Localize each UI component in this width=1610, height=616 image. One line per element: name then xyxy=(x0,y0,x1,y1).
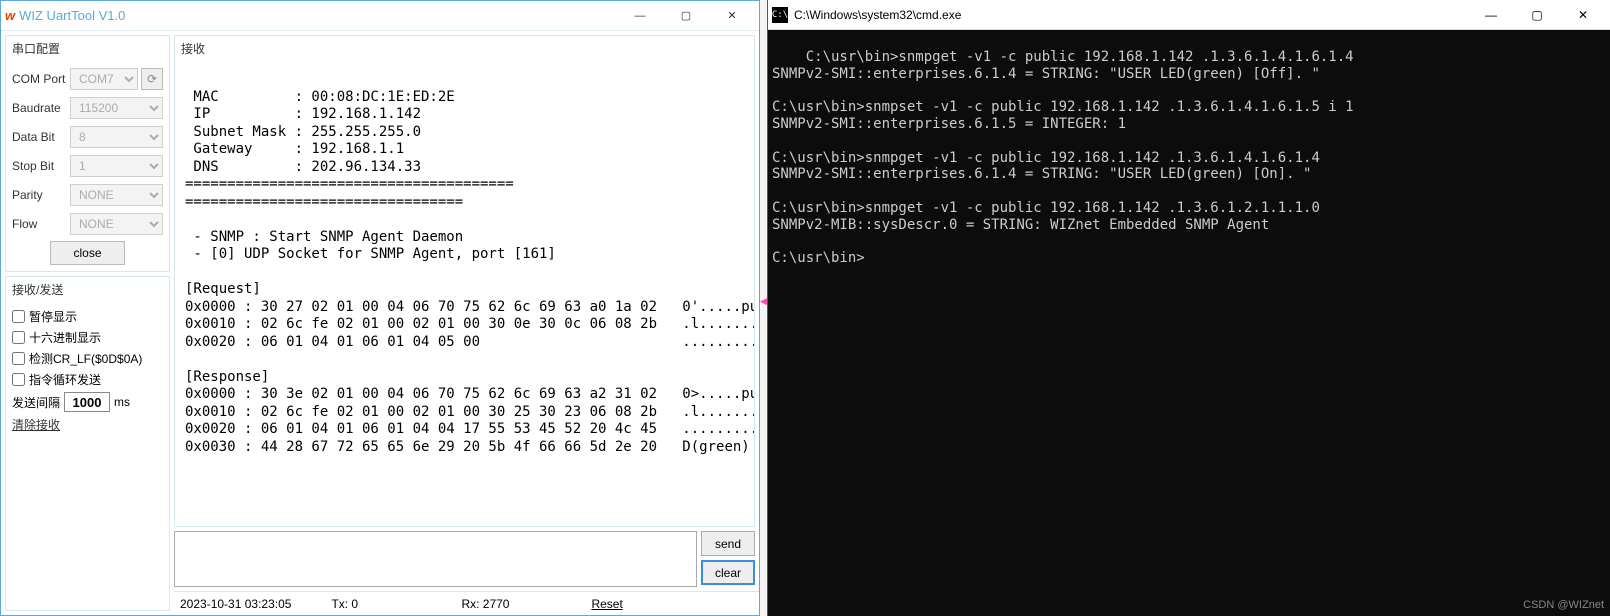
flow-select[interactable]: NONE xyxy=(70,213,163,235)
stopbit-select[interactable]: 1 xyxy=(70,155,163,177)
serial-config-panel: 串口配置 COM Port COM7 ⟳ Baudrate 115200 Dat… xyxy=(5,35,170,272)
recv-send-panel: 接收/发送 暂停显示 十六进制显示 检测CR_LF($0D$0A) 指令循环发送… xyxy=(5,276,170,611)
crlf-check[interactable]: 检测CR_LF($0D$0A) xyxy=(12,350,163,367)
recv-send-title: 接收/发送 xyxy=(6,277,169,302)
interval-unit: ms xyxy=(114,395,130,409)
flow-label: Flow xyxy=(12,217,70,231)
close-port-button[interactable]: close xyxy=(50,241,124,265)
interval-label: 发送间隔 xyxy=(12,394,60,411)
databit-label: Data Bit xyxy=(12,130,70,144)
baud-label: Baudrate xyxy=(12,101,70,115)
maximize-button[interactable]: ▢ xyxy=(663,2,709,30)
watermark: CSDN @WIZnet xyxy=(1523,599,1604,612)
recv-output[interactable]: MAC : 00:08:DC:1E:ED:2E IP : 192.168.1.1… xyxy=(175,61,754,526)
stopbit-label: Stop Bit xyxy=(12,159,70,173)
cmd-close-button[interactable]: ✕ xyxy=(1560,1,1606,29)
pause-check[interactable]: 暂停显示 xyxy=(12,308,163,325)
comport-label: COM Port xyxy=(12,72,70,86)
cmd-output[interactable]: C:\usr\bin>snmpget -v1 -c public 192.168… xyxy=(768,30,1610,616)
baud-select[interactable]: 115200 xyxy=(70,97,163,119)
send-input[interactable] xyxy=(174,531,697,587)
splitter-handle[interactable] xyxy=(760,0,767,616)
app-icon: w xyxy=(5,8,15,23)
interval-input[interactable] xyxy=(64,392,110,412)
parity-label: Parity xyxy=(12,188,70,202)
comport-select[interactable]: COM7 xyxy=(70,68,138,90)
status-time: 2023-10-31 03:23:05 xyxy=(180,597,291,611)
send-button[interactable]: send xyxy=(701,531,755,556)
status-rx: Rx: 2770 xyxy=(461,597,551,611)
loop-check[interactable]: 指令循环发送 xyxy=(12,371,163,388)
parity-select[interactable]: NONE xyxy=(70,184,163,206)
uart-title: WIZ UartTool V1.0 xyxy=(19,8,125,23)
cmd-maximize-button[interactable]: ▢ xyxy=(1514,1,1560,29)
hex-check[interactable]: 十六进制显示 xyxy=(12,329,163,346)
databit-select[interactable]: 8 xyxy=(70,126,163,148)
clear-recv-link[interactable]: 清除接收 xyxy=(12,416,60,433)
status-bar: 2023-10-31 03:23:05 Tx: 0 Rx: 2770 Reset xyxy=(174,591,759,615)
cmd-window: C:\ C:\Windows\system32\cmd.exe — ▢ ✕ C:… xyxy=(767,0,1610,616)
cmd-icon: C:\ xyxy=(772,7,788,23)
recv-title: 接收 xyxy=(175,36,754,61)
refresh-icon[interactable]: ⟳ xyxy=(141,68,163,90)
clear-button[interactable]: clear xyxy=(701,560,755,585)
cmd-minimize-button[interactable]: — xyxy=(1468,1,1514,29)
close-button[interactable]: ✕ xyxy=(709,2,755,30)
cmd-titlebar[interactable]: C:\ C:\Windows\system32\cmd.exe — ▢ ✕ xyxy=(768,0,1610,30)
status-reset[interactable]: Reset xyxy=(591,597,681,611)
serial-config-title: 串口配置 xyxy=(6,36,169,61)
cmd-title: C:\Windows\system32\cmd.exe xyxy=(794,8,961,22)
uart-titlebar[interactable]: w WIZ UartTool V1.0 — ▢ ✕ xyxy=(1,1,759,31)
uart-tool-window: w WIZ UartTool V1.0 — ▢ ✕ 串口配置 COM Port … xyxy=(0,0,760,616)
minimize-button[interactable]: — xyxy=(617,2,663,30)
status-tx: Tx: 0 xyxy=(331,597,421,611)
